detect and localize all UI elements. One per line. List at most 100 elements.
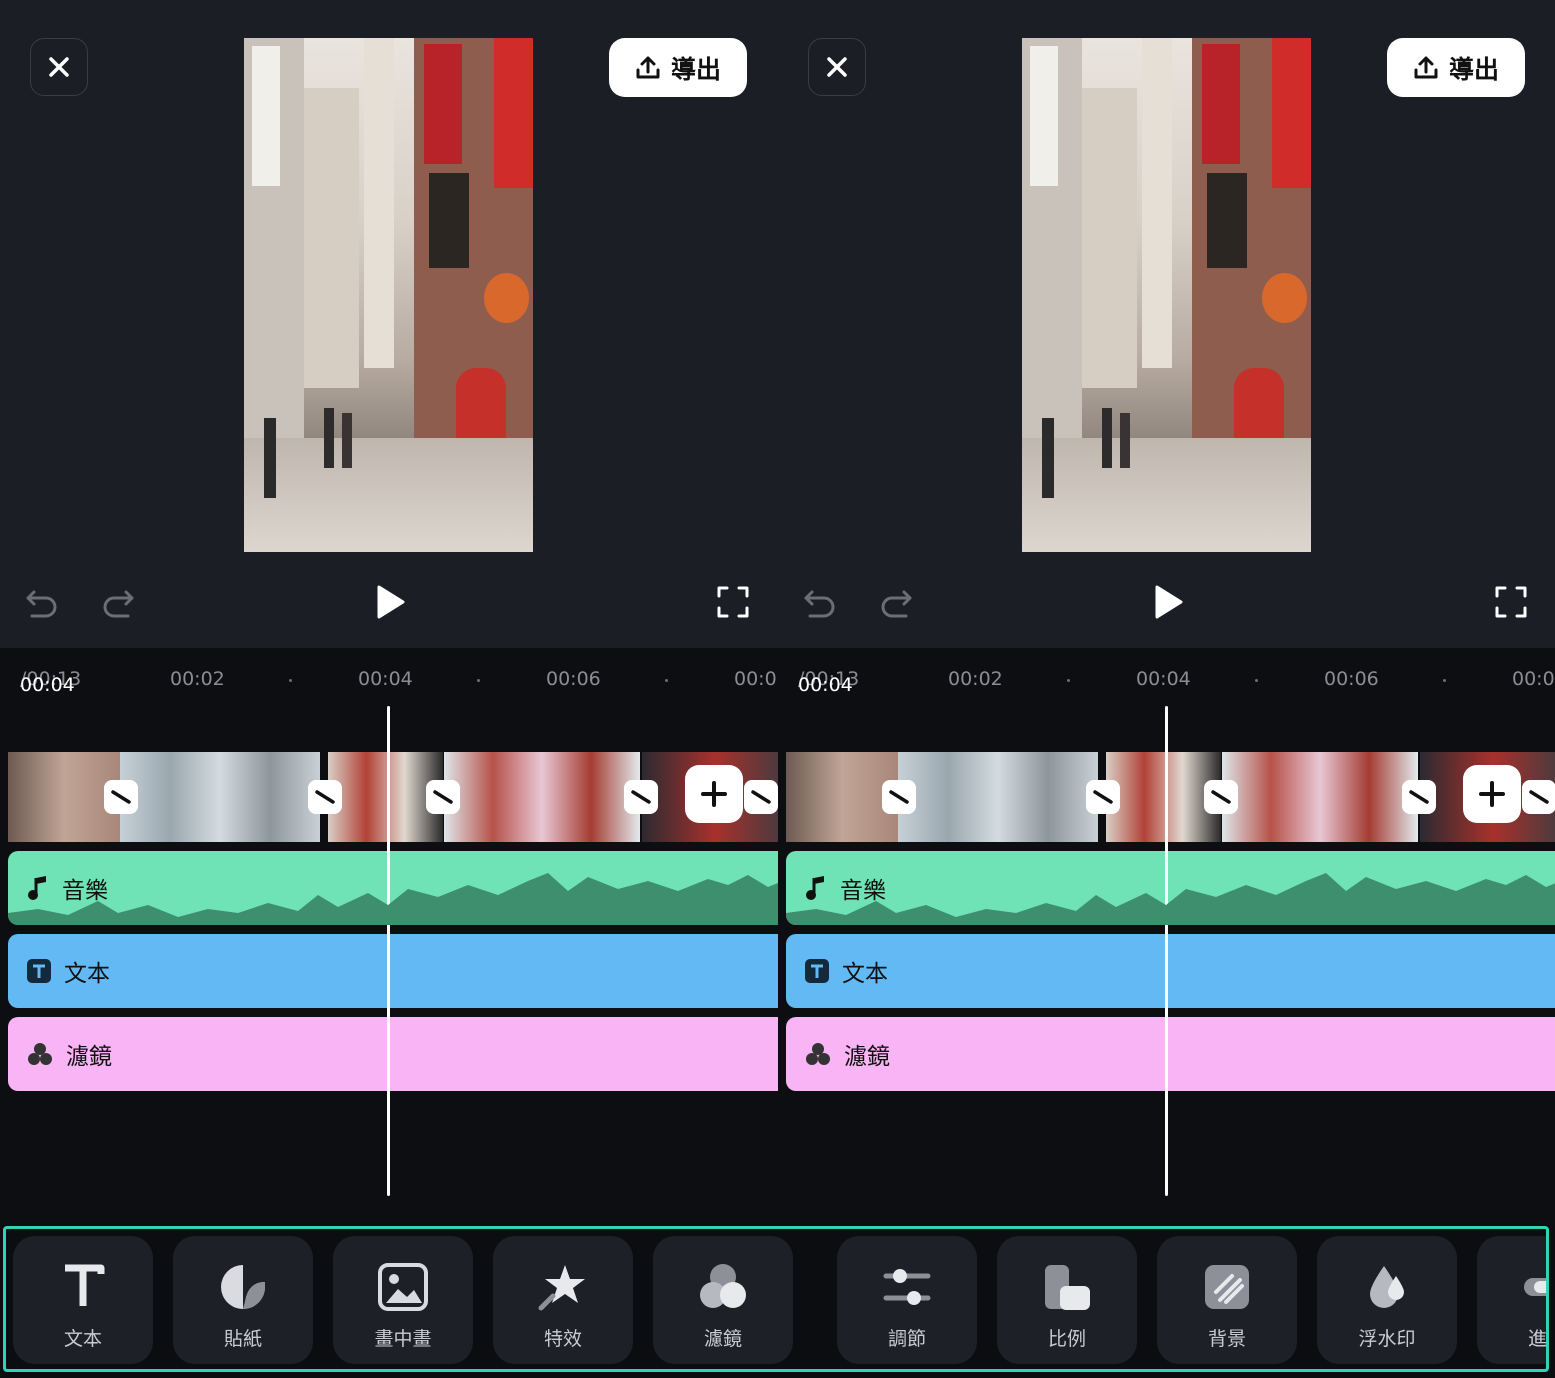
music-track-label: 音樂 [840, 878, 886, 904]
tool-progress[interactable]: 進度 [1477, 1236, 1546, 1364]
transition-button[interactable] [1204, 780, 1238, 814]
ruler-tick: 00:04 [358, 668, 413, 690]
tool-background[interactable]: 背景 [1157, 1236, 1297, 1364]
watermark-icon [1362, 1258, 1412, 1316]
time-ruler: 00:04/00:13 00:02 00:04 00:06 00:0 [0, 662, 778, 696]
upload-icon [636, 56, 660, 78]
transition-icon [433, 790, 453, 804]
text-box-icon [804, 958, 830, 984]
close-icon [827, 57, 847, 77]
playback-controls [0, 576, 778, 628]
text-box-icon [26, 958, 52, 984]
tool-watermark[interactable]: 浮水印 [1317, 1236, 1457, 1364]
transition-icon [1211, 790, 1231, 804]
close-button[interactable] [808, 38, 866, 96]
export-label: 導出 [1448, 54, 1499, 84]
undo-icon [26, 590, 57, 618]
fullscreen-icon [717, 586, 749, 618]
editor-panel-left: 導出 00:04/00:13 00:02 00:04 00:06 00:0 音樂… [0, 0, 778, 1225]
video-clip[interactable] [444, 752, 640, 842]
tool-effects[interactable]: 特效 [493, 1236, 633, 1364]
play-button[interactable] [1146, 580, 1190, 624]
video-clip[interactable] [898, 752, 1098, 842]
ruler-tick: 00:02 [170, 668, 225, 690]
transition-button[interactable] [1086, 780, 1120, 814]
redo-button[interactable] [98, 582, 138, 622]
music-note-icon [26, 874, 50, 902]
time-ruler: 00:04/00:13 00:02 00:04 00:06 00:0 [778, 662, 1555, 696]
tool-label: 浮水印 [1358, 1328, 1416, 1350]
undo-icon [804, 590, 835, 618]
background-icon [1202, 1258, 1252, 1316]
effects-icon [537, 1258, 589, 1316]
fullscreen-button[interactable] [1491, 582, 1531, 622]
play-icon [1155, 585, 1183, 619]
ruler-tick: 00:04 [1136, 668, 1191, 690]
adjust-icon [882, 1258, 932, 1316]
current-time: 00:04 [798, 674, 853, 696]
tool-sticker[interactable]: 貼紙 [173, 1236, 313, 1364]
export-button[interactable]: 導出 [1387, 38, 1525, 97]
video-preview[interactable] [244, 38, 533, 552]
transition-icon [111, 790, 131, 804]
tool-label: 特效 [543, 1328, 582, 1350]
video-clip[interactable] [1222, 752, 1418, 842]
transition-button[interactable] [1522, 780, 1555, 814]
tool-text[interactable]: 文本 [13, 1236, 153, 1364]
music-track[interactable]: 音樂 [8, 851, 778, 925]
fullscreen-button[interactable] [713, 582, 753, 622]
tool-adjust[interactable]: 調節 [837, 1236, 977, 1364]
transition-icon [751, 790, 771, 804]
video-preview[interactable] [1022, 38, 1311, 552]
undo-button[interactable] [22, 582, 62, 622]
editor-panel-right: 導出 00:04/00:13 00:02 00:04 00:06 00:0 音樂… [778, 0, 1555, 1225]
text-track-label: 文本 [64, 961, 110, 987]
add-clip-button[interactable] [685, 765, 743, 823]
tool-label: 比例 [1047, 1328, 1086, 1350]
filter-track[interactable]: 濾鏡 [786, 1017, 1555, 1091]
transition-button[interactable] [882, 780, 916, 814]
upload-icon [1414, 56, 1438, 78]
tool-filter[interactable]: 濾鏡 [653, 1236, 793, 1364]
redo-button[interactable] [876, 582, 916, 622]
tool-label: 貼紙 [223, 1328, 262, 1350]
transition-button[interactable] [1402, 780, 1436, 814]
plus-icon [701, 781, 727, 807]
close-icon [49, 57, 69, 77]
tool-ratio[interactable]: 比例 [997, 1236, 1137, 1364]
playhead[interactable] [387, 706, 390, 1196]
music-track[interactable]: 音樂 [786, 851, 1555, 925]
tool-picture-in-picture[interactable]: 畫中畫 [333, 1236, 473, 1364]
transition-button[interactable] [624, 780, 658, 814]
filter-circles-icon [804, 1041, 832, 1067]
text-icon [59, 1258, 107, 1316]
transition-button[interactable] [308, 780, 342, 814]
undo-button[interactable] [800, 582, 840, 622]
play-button[interactable] [368, 580, 412, 624]
fullscreen-icon [1495, 586, 1527, 618]
music-track-label: 音樂 [62, 878, 108, 904]
ruler-tick: 00:02 [948, 668, 1003, 690]
audio-waveform [8, 873, 778, 925]
export-button[interactable]: 導出 [609, 38, 747, 97]
filter-icon [697, 1258, 749, 1316]
text-track[interactable]: 文本 [8, 934, 778, 1008]
ruler-tick: 00:06 [546, 668, 601, 690]
tool-label: 濾鏡 [703, 1328, 742, 1350]
close-button[interactable] [30, 38, 88, 96]
transition-icon [1409, 790, 1429, 804]
transition-button[interactable] [426, 780, 460, 814]
text-track[interactable]: 文本 [786, 934, 1555, 1008]
transition-icon [631, 790, 651, 804]
tool-label: 調節 [887, 1328, 926, 1350]
transition-button[interactable] [104, 780, 138, 814]
plus-icon [1479, 781, 1505, 807]
redo-icon [103, 590, 134, 618]
transition-button[interactable] [744, 780, 778, 814]
add-clip-button[interactable] [1463, 765, 1521, 823]
transition-icon [889, 790, 909, 804]
current-time: 00:04 [20, 674, 75, 696]
filter-track[interactable]: 濾鏡 [8, 1017, 778, 1091]
video-clip[interactable] [120, 752, 320, 842]
playhead[interactable] [1165, 706, 1168, 1196]
